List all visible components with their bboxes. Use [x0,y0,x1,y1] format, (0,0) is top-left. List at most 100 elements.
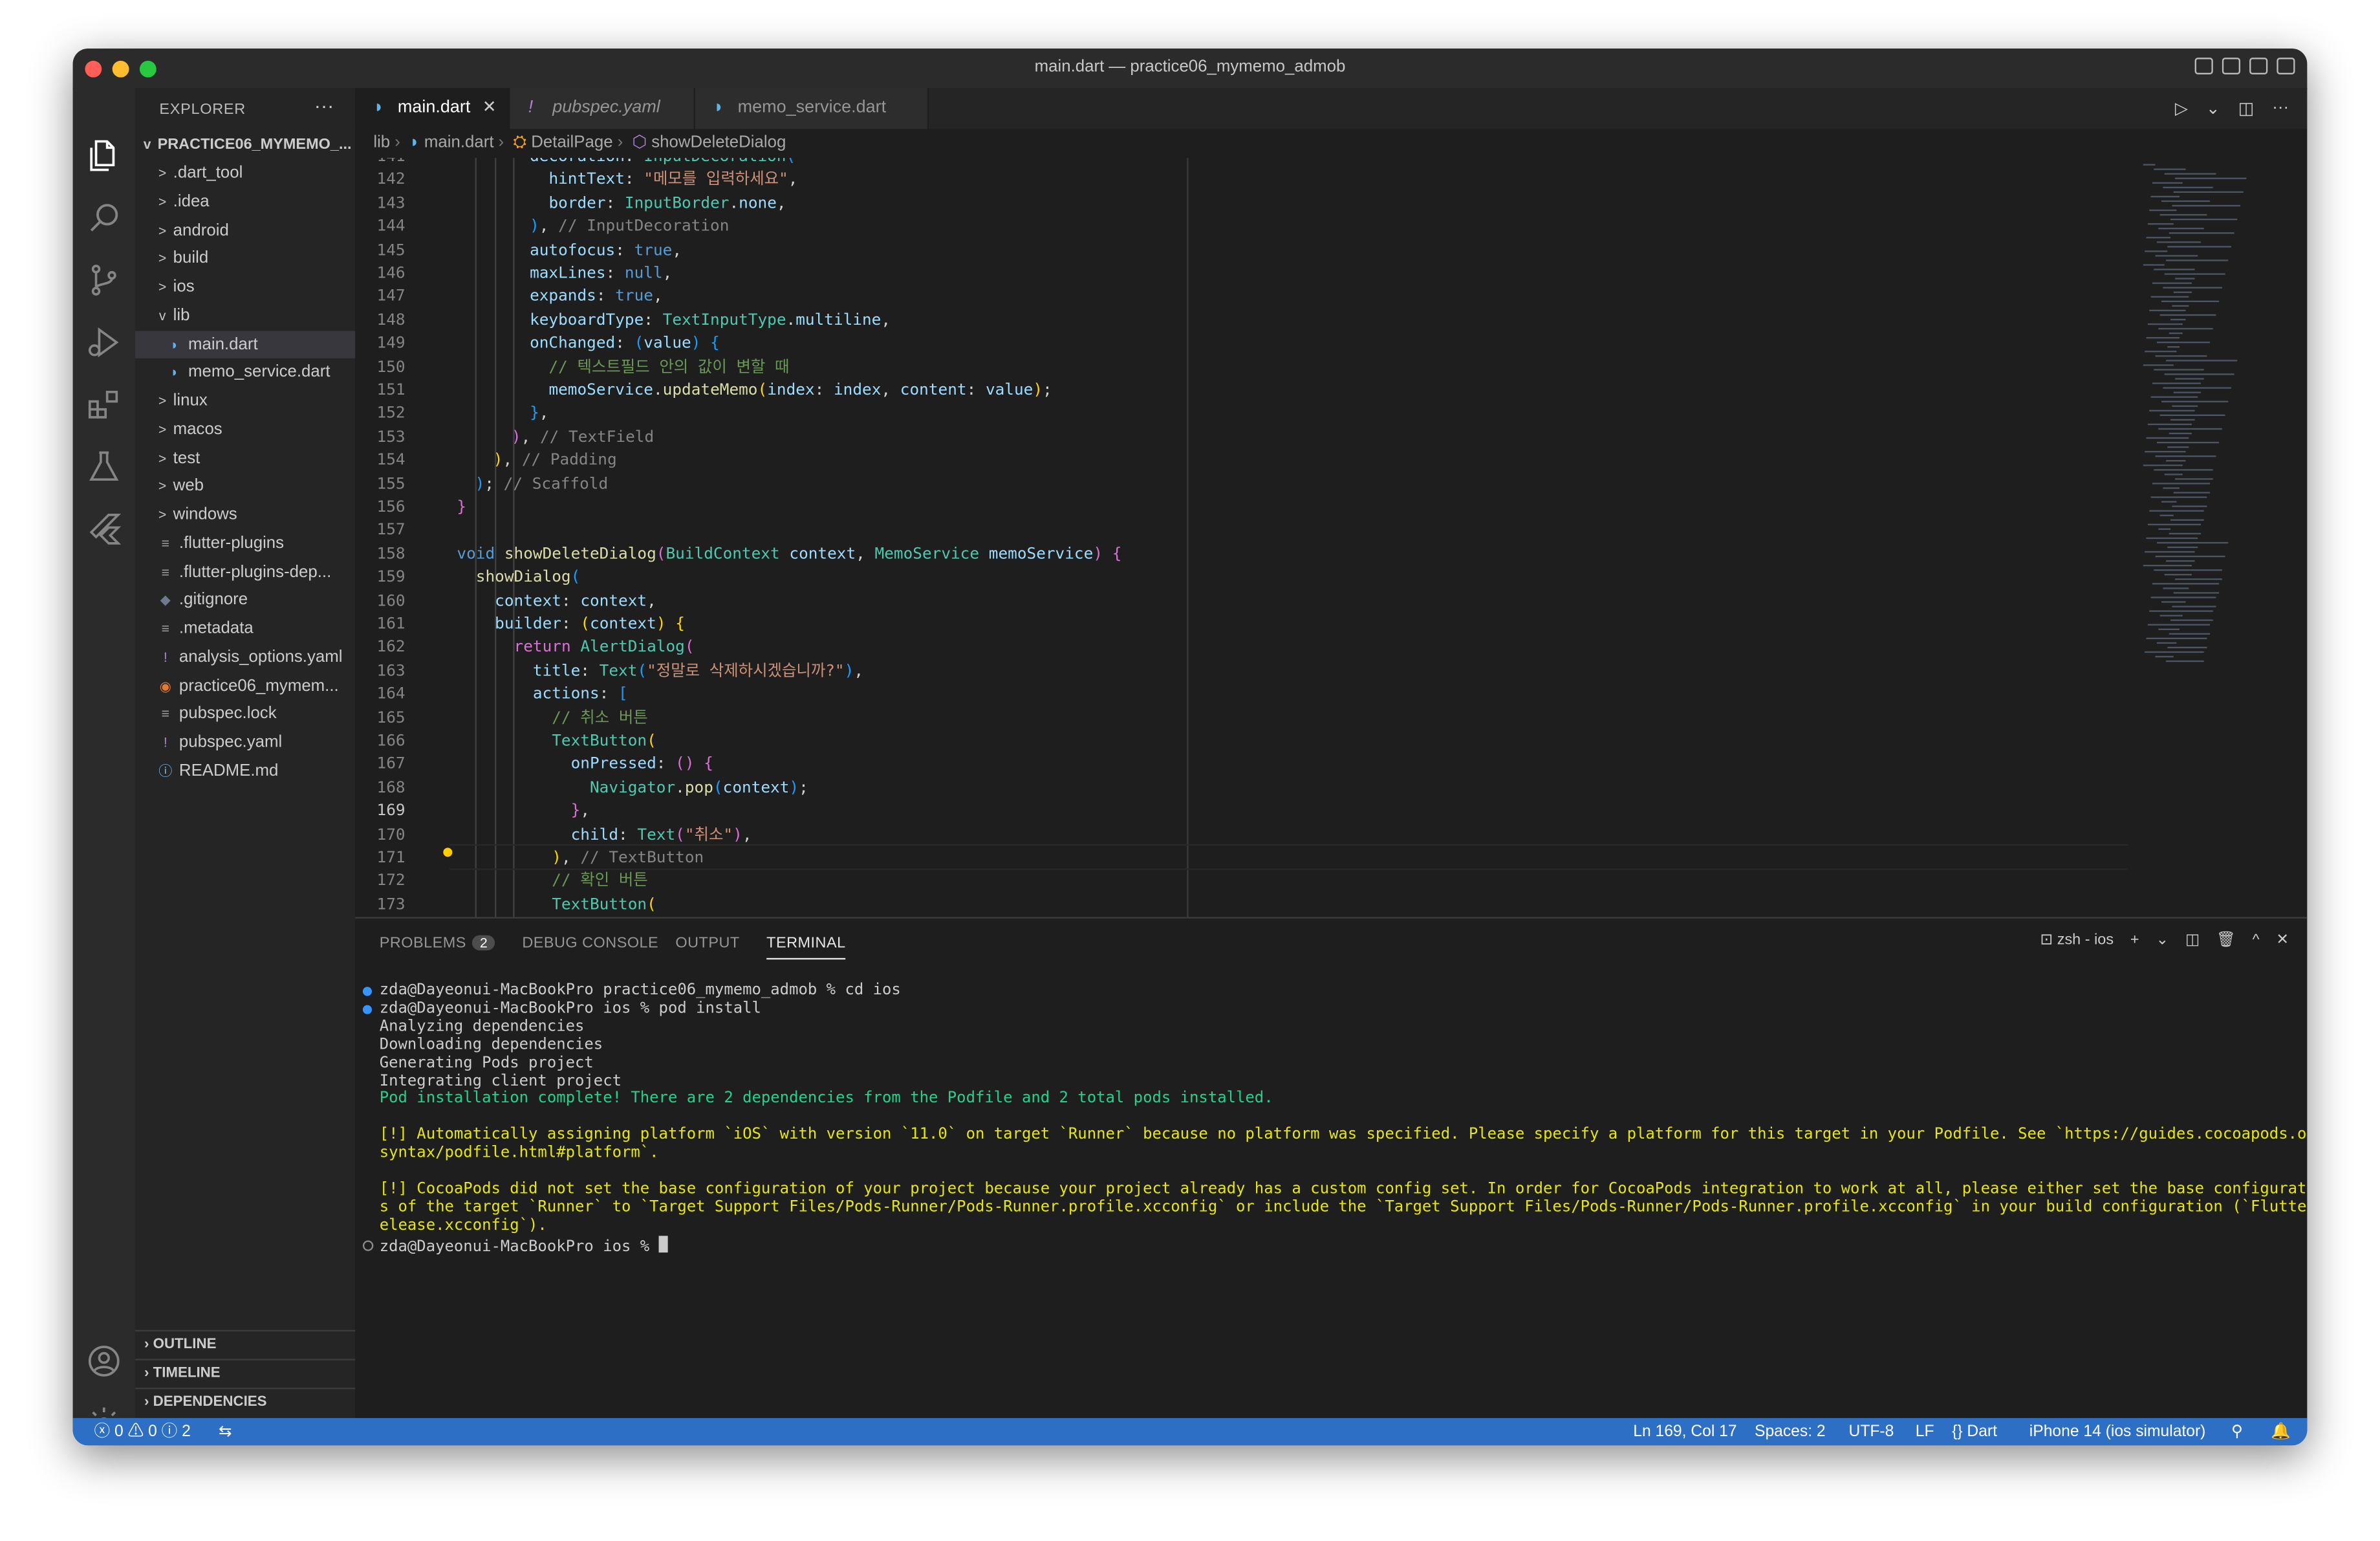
more-actions-icon[interactable]: ··· [2272,99,2289,119]
tree-file[interactable]: ≡ .flutter-plugins [135,529,376,558]
tree-folder[interactable]: > ios [135,273,376,301]
device-selector[interactable]: iPhone 14 (ios simulator) [2029,1418,2206,1445]
outline-section[interactable]: › OUTLINE [135,1329,356,1359]
dependencies-section[interactable]: › DEPENDENCIES [135,1387,356,1417]
breadcrumb-item[interactable]: showDeleteDialog [651,134,786,152]
minimap-line [2173,492,2211,494]
account-icon[interactable] [85,1342,123,1381]
tree-item-label: .flutter-plugins-dep... [178,562,332,581]
tree-file[interactable]: ◉ practice06_mymem... [135,672,376,700]
flutter-icon[interactable] [85,510,123,549]
chevron-right-icon: > [158,193,167,210]
tree-folder[interactable]: v lib [135,301,376,330]
workspace-root[interactable]: v PRACTICE06_MYMEMO_... [135,131,362,159]
tab-output[interactable]: OUTPUT [675,935,739,952]
tree-folder[interactable]: > windows [135,501,376,529]
line-number: 154 [376,451,406,470]
tree-folder[interactable]: > macos [135,415,376,444]
code-editor[interactable]: 141 decoration: InputDecoration(142 hintT… [355,158,2308,917]
encoding[interactable]: UTF-8 [1849,1418,1894,1445]
minimap-line [2155,455,2216,457]
maximize-panel-icon[interactable]: ^ [2253,932,2260,949]
split-editor-icon[interactable]: ◫ [2238,99,2254,118]
tree-file[interactable]: ! pubspec.yaml [135,728,376,757]
trash-icon[interactable]: 🗑 [2216,932,2236,949]
tree-folder[interactable]: > linux [135,387,376,415]
source-control-icon[interactable] [85,261,123,300]
tab-debug-console[interactable]: DEBUG CONSOLE [522,935,658,952]
cursor-position[interactable]: Ln 169, Col 17 [1633,1418,1736,1445]
command-status-icon[interactable] [362,1005,372,1014]
tree-item-label: .dart_tool [168,164,243,182]
tab-main-dart[interactable]: ◗ main.dart ✕ [355,88,510,129]
split-terminal-icon[interactable]: ◫ [2185,932,2200,949]
tree-item-label: .flutter-plugins [178,534,285,552]
minimap[interactable] [2139,158,2291,917]
tree-file[interactable]: ⓘ README.md [135,757,376,785]
minimap-line [2155,255,2198,257]
chevron-right-icon: > [158,250,167,267]
breadcrumb-item[interactable]: main.dart [424,134,494,152]
tree-file[interactable]: ◗ main.dart [135,330,386,359]
minimap-line [2173,592,2220,594]
more-actions-icon[interactable]: ··· [314,94,334,117]
minimap-line [2163,186,2213,189]
tab-terminal[interactable]: TERMINAL [766,935,846,960]
tree-file[interactable]: ≡ .flutter-plugins-dep... [135,558,376,586]
accounts-icon[interactable]: ⚲ [2231,1418,2243,1445]
language-mode[interactable]: {} Dart [1952,1418,1997,1445]
tree-folder[interactable]: > web [135,472,376,501]
tree-item-label: test [168,448,200,467]
chevron-down-icon[interactable]: ⌄ [2206,99,2220,118]
command-status-icon[interactable] [362,1240,374,1251]
run-debug-icon[interactable] [85,323,123,362]
line-number: 164 [376,684,406,704]
tree-folder[interactable]: > .dart_tool [135,159,376,188]
end-of-line[interactable]: LF [1916,1418,1934,1445]
minimap-line [2154,168,2186,170]
tree-folder[interactable]: > .idea [135,188,376,216]
indentation[interactable]: Spaces: 2 [1755,1418,1826,1445]
customize-layout-icon[interactable] [2277,58,2295,74]
line-number: 158 [376,545,406,563]
tab-memo-service-dart[interactable]: ◗ memo_service.dart [695,88,929,129]
toggle-secondary-sidebar-icon[interactable] [2249,58,2268,74]
terminal-line: Pod installation complete! There are 2 d… [379,1090,1273,1108]
line-number: 172 [376,871,406,891]
breadcrumb-item[interactable]: DetailPage [531,134,612,152]
toggle-sidebar-icon[interactable] [2194,58,2213,74]
terminal-selector[interactable]: ⊡ zsh - ios [2040,932,2114,949]
tab-problems[interactable]: PROBLEMS 2 [380,935,496,952]
tree-file[interactable]: ≡ .metadata [135,615,376,643]
toggle-panel-icon[interactable] [2222,58,2241,74]
timeline-section[interactable]: › TIMELINE [135,1359,356,1388]
chevron-down-icon[interactable]: ⌄ [2156,932,2169,949]
extensions-icon[interactable] [85,386,123,424]
files-icon[interactable] [85,137,123,175]
live-share-icon[interactable]: ⇆ [219,1418,232,1445]
minimap-line [2172,305,2189,307]
testing-icon[interactable] [85,448,123,486]
code-text: void showDeleteDialog(BuildContext conte… [457,545,1122,563]
minimap-line [2152,483,2211,485]
terminal-icon: ⊡ [2040,932,2053,949]
tree-file[interactable]: ◗ memo_service.dart [135,358,385,387]
tree-folder[interactable]: > android [135,216,376,245]
lightbulb-icon[interactable]: ● [443,844,452,861]
run-icon[interactable]: ▷ [2175,99,2188,118]
tree-file[interactable]: ! analysis_options.yaml [135,643,376,672]
minimap-line [2145,551,2195,553]
close-tab-icon[interactable]: ✕ [482,88,497,129]
command-status-icon[interactable] [362,987,372,996]
tree-file[interactable]: ≡ pubspec.lock [135,700,376,728]
search-icon[interactable] [85,199,123,237]
tree-folder[interactable]: > build [135,245,376,273]
new-terminal-icon[interactable]: + [2130,932,2139,949]
close-panel-icon[interactable]: ✕ [2276,932,2289,949]
problems-status[interactable]: ⓧ 0 ⚠ 0 ⓘ 2 [94,1418,191,1445]
tree-folder[interactable]: > test [135,444,376,472]
tab-pubspec-yaml[interactable]: ! pubspec.yaml [510,88,695,129]
notifications-icon[interactable]: 🔔 [2271,1418,2291,1445]
tree-file[interactable]: ◆ .gitignore [135,586,376,615]
breadcrumb-item[interactable]: lib [355,134,390,152]
